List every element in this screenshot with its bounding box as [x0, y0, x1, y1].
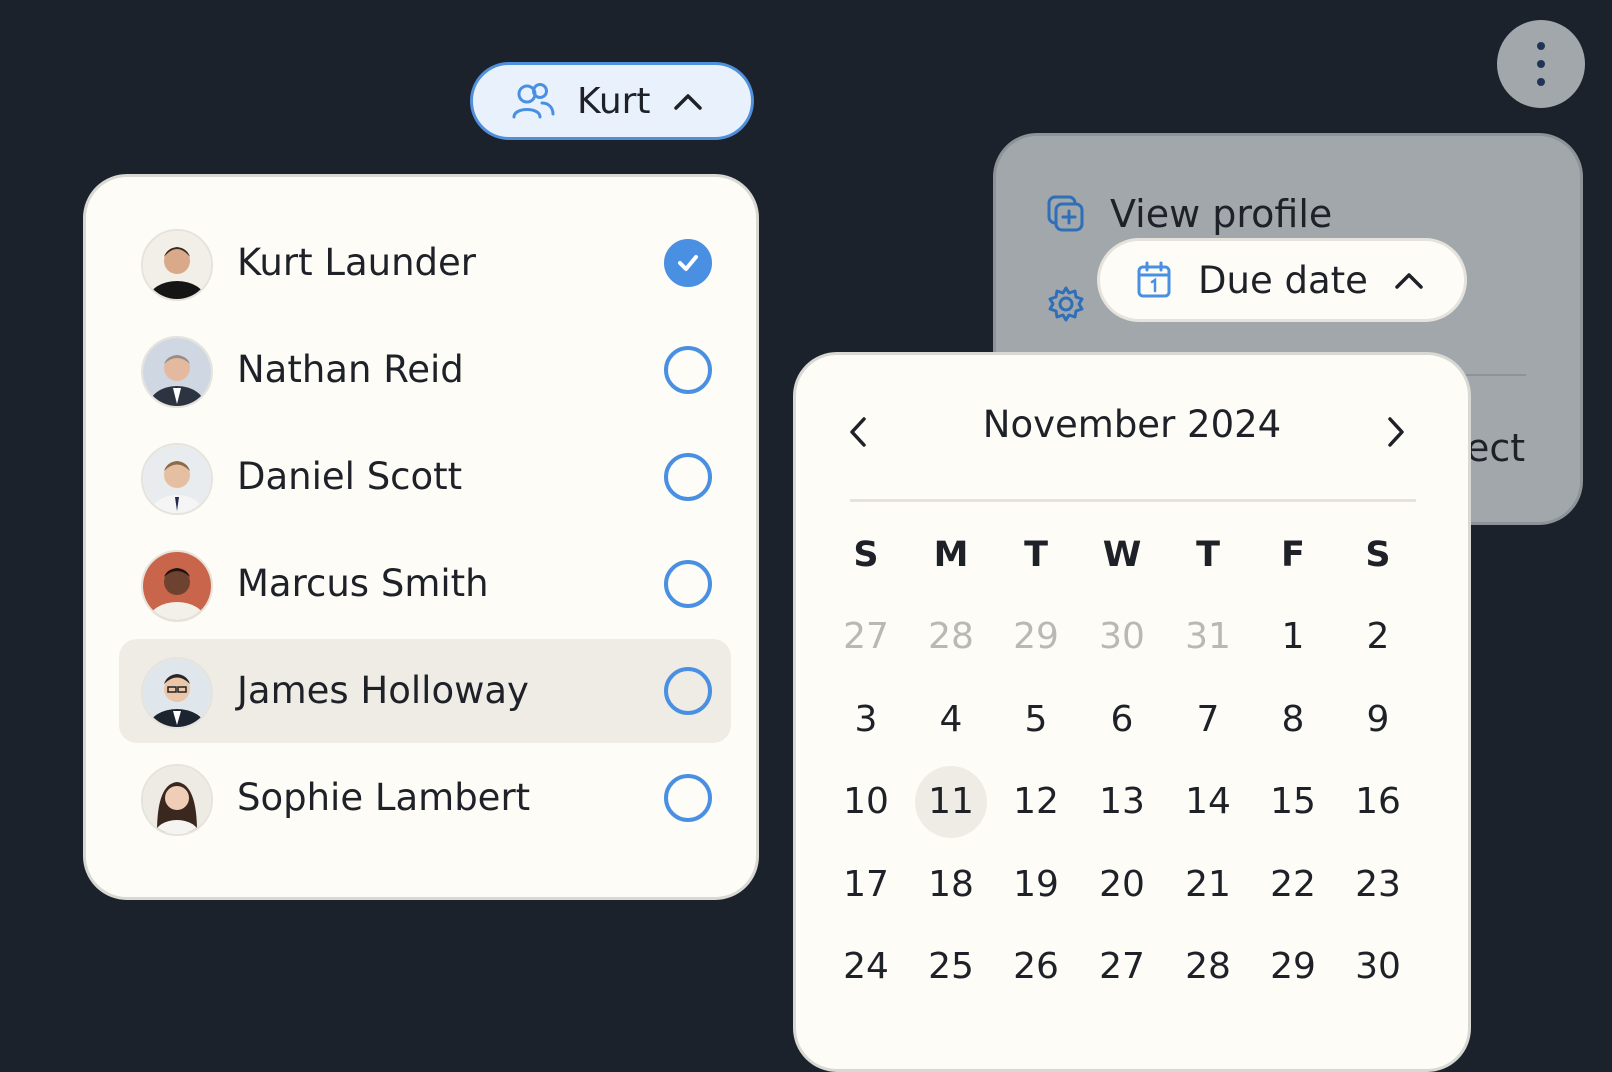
calendar-day[interactable]: 3 — [830, 684, 902, 756]
unselected-radio[interactable] — [664, 346, 712, 394]
add-square-icon — [1047, 195, 1084, 232]
avatar — [141, 229, 213, 301]
assignee-option-hovered[interactable]: James Holloway — [119, 639, 731, 743]
calendar-day[interactable]: 27 — [1086, 931, 1158, 1003]
calendar-day[interactable]: 26 — [1000, 931, 1072, 1003]
calendar-day[interactable]: 18 — [915, 849, 987, 921]
gear-icon — [1048, 286, 1084, 322]
calendar-day[interactable]: 17 — [830, 849, 902, 921]
assignee-option[interactable]: Kurt Launder — [119, 211, 731, 315]
calendar-day[interactable]: 12 — [1000, 766, 1072, 838]
calendar-day[interactable]: 22 — [1257, 849, 1329, 921]
weekday-header: W — [1102, 535, 1142, 575]
users-icon — [512, 83, 555, 119]
assignee-name: Marcus Smith — [237, 562, 489, 605]
assignee-name: Daniel Scott — [237, 455, 463, 498]
assignee-option[interactable]: Sophie Lambert — [119, 746, 731, 850]
avatar — [141, 657, 213, 729]
calendar-day[interactable]: 25 — [915, 931, 987, 1003]
calendar-day[interactable]: 13 — [1086, 766, 1158, 838]
assignee-option[interactable]: Marcus Smith — [119, 532, 731, 636]
weekday-header: S — [1365, 535, 1391, 575]
menu-item-view-profile[interactable]: View profile — [1046, 192, 1332, 236]
calendar-day[interactable]: 6 — [1086, 684, 1158, 756]
calendar-day[interactable]: 30 — [1342, 931, 1414, 1003]
weekday-header: T — [1024, 535, 1048, 575]
unselected-radio[interactable] — [664, 560, 712, 608]
calendar-day[interactable]: 7 — [1172, 684, 1244, 756]
assignee-option[interactable]: Daniel Scott — [119, 425, 731, 529]
weekday-header: F — [1281, 535, 1305, 575]
assignee-filter-button[interactable]: Kurt — [470, 62, 754, 140]
assignee-name: Sophie Lambert — [237, 776, 531, 819]
calendar-day[interactable]: 14 — [1172, 766, 1244, 838]
assignee-option[interactable]: Nathan Reid — [119, 318, 731, 422]
calendar-day[interactable]: 2 — [1342, 601, 1414, 673]
calendar-day[interactable]: 5 — [1000, 684, 1072, 756]
unselected-radio[interactable] — [664, 667, 712, 715]
calendar-day[interactable]: 4 — [915, 684, 987, 756]
avatar — [141, 764, 213, 836]
assignee-filter-label: Kurt — [577, 80, 651, 122]
calendar-day[interactable]: 24 — [830, 931, 902, 1003]
calendar-day[interactable]: 21 — [1172, 849, 1244, 921]
assignee-dropdown: Kurt Launder Nathan Reid Daniel Scott Ma… — [83, 174, 759, 900]
weekday-header: T — [1196, 535, 1220, 575]
calendar-day[interactable]: 1 — [1257, 601, 1329, 673]
menu-item-partial-label[interactable]: ect — [1466, 426, 1525, 470]
calendar-divider — [850, 499, 1416, 502]
calendar-day[interactable]: 28 — [915, 601, 987, 673]
calendar-day[interactable]: 28 — [1172, 931, 1244, 1003]
calendar-day[interactable]: 16 — [1342, 766, 1414, 838]
chevron-up-icon — [1395, 273, 1423, 289]
calendar-day[interactable]: 27 — [830, 601, 902, 673]
calendar-day[interactable]: 20 — [1086, 849, 1158, 921]
weekday-header: S — [853, 535, 879, 575]
calendar-day-today[interactable]: 11 — [915, 766, 987, 838]
weekday-header: M — [933, 535, 969, 575]
due-date-label: Due date — [1198, 258, 1368, 302]
calendar-day[interactable]: 10 — [830, 766, 902, 838]
assignee-name: James Holloway — [237, 669, 529, 712]
calendar-day[interactable]: 19 — [1000, 849, 1072, 921]
chevron-up-icon — [673, 94, 702, 110]
calendar-day[interactable]: 8 — [1257, 684, 1329, 756]
assignee-name: Nathan Reid — [237, 348, 464, 391]
date-picker: November 2024 S M T W T F S 27 28 29 30 31 1 2 3 4 5 6 7 8 9… — [793, 352, 1471, 1072]
unselected-radio[interactable] — [664, 453, 712, 501]
calendar-day[interactable]: 30 — [1086, 601, 1158, 673]
avatar — [141, 336, 213, 408]
calendar-day[interactable]: 15 — [1257, 766, 1329, 838]
calendar-month-title: November 2024 — [982, 403, 1282, 446]
calendar-day[interactable]: 29 — [1257, 931, 1329, 1003]
calendar-icon — [1137, 261, 1171, 298]
menu-item-label: View profile — [1110, 192, 1333, 236]
unselected-radio[interactable] — [664, 774, 712, 822]
more-options-button[interactable] — [1497, 20, 1585, 108]
chevron-right-icon — [1388, 417, 1404, 447]
due-date-button[interactable]: Due date — [1097, 238, 1467, 322]
assignee-name: Kurt Launder — [237, 241, 477, 284]
calendar-day[interactable]: 31 — [1172, 601, 1244, 673]
calendar-day[interactable]: 29 — [1000, 601, 1072, 673]
next-month-button[interactable] — [1384, 415, 1408, 453]
selected-check-radio[interactable] — [664, 239, 712, 287]
checkmark-icon — [678, 255, 698, 271]
avatar — [141, 443, 213, 515]
avatar — [141, 550, 213, 622]
calendar-day[interactable]: 23 — [1342, 849, 1414, 921]
calendar-day[interactable]: 9 — [1342, 684, 1414, 756]
